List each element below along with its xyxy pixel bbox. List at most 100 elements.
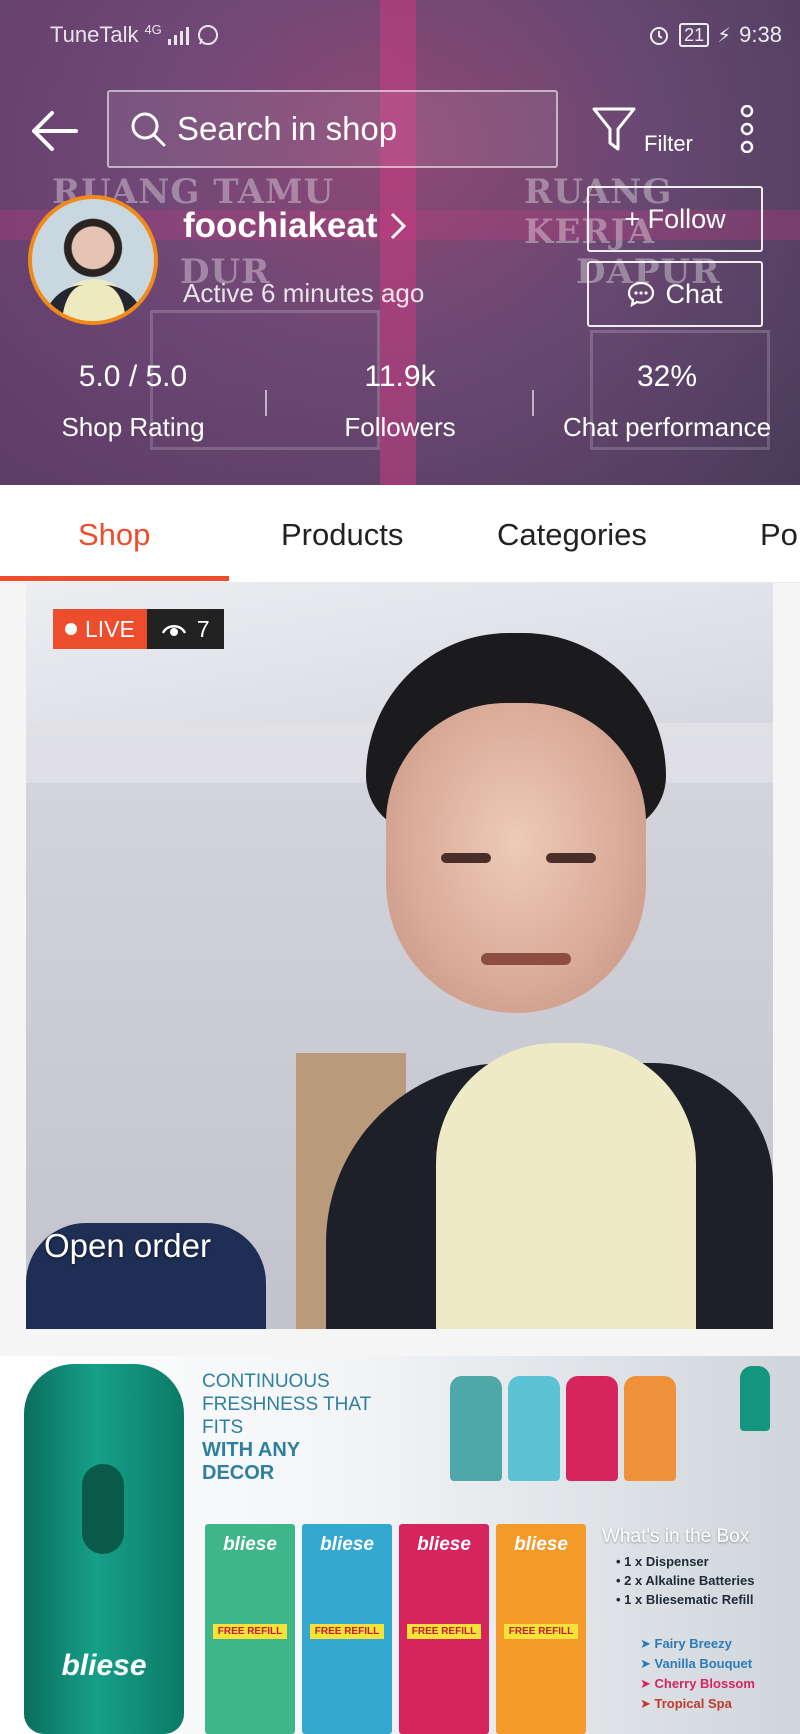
viewer-number: 7 (196, 615, 210, 642)
stat-value: 5.0 / 5.0 (78, 360, 188, 393)
chevron-right-icon (390, 212, 406, 240)
streamer-figure (386, 703, 646, 1013)
live-badge: LIVE 7 (53, 609, 224, 649)
shop-avatar[interactable] (28, 195, 158, 325)
more-vertical-icon (740, 104, 754, 154)
avatar-detail (44, 285, 144, 321)
streamer-figure (366, 633, 666, 1013)
stat-label: Chat performance (562, 412, 772, 442)
box-refill-label: FREE REFILL (310, 1624, 384, 1639)
scent-list: ➤ Fairy Breezy ➤ Vanilla Bouquet ➤ Cherr… (640, 1634, 755, 1714)
chat-label: Chat (665, 278, 723, 309)
live-indicator: LIVE (53, 609, 147, 649)
chat-button[interactable]: Chat (587, 261, 763, 327)
stat-shop-rating: 5.0 / 5.0 Shop Rating (0, 360, 266, 443)
alarm-icon (650, 27, 669, 45)
box-brand: bliese (417, 1534, 471, 1555)
stat-value: 32% (636, 360, 698, 393)
tagline-line: FITS (202, 1417, 244, 1438)
refill-can-image (450, 1376, 502, 1481)
whats-in-box-title: What's in the Box (602, 1526, 750, 1547)
product-dispenser-image: bliese (24, 1364, 184, 1734)
box-item: • 2 x Alkaline Batteries (616, 1573, 755, 1588)
box-item: • 1 x Bliesematic Refill (616, 1592, 754, 1607)
stat-chat-performance: 32% Chat performance (534, 360, 800, 443)
search-icon (131, 112, 166, 147)
shop-tabs: Shop Products Categories Po (0, 485, 800, 583)
follow-button[interactable]: + Follow (587, 186, 763, 252)
box-brand: bliese (223, 1534, 277, 1555)
promo-banner[interactable]: bliese CONTINUOUS FRESHNESS THAT FITS WI… (0, 1356, 800, 1734)
box-item-text: 1 x Bliesematic Refill (624, 1592, 754, 1607)
box-item-text: 2 x Alkaline Batteries (624, 1573, 755, 1588)
tab-categories[interactable]: Categories (497, 517, 647, 553)
product-box: bliese FREE REFILL (302, 1524, 392, 1734)
dispenser-small-image (740, 1366, 770, 1431)
scent-item: ➤ Fairy Breezy (640, 1636, 732, 1651)
promo-tagline: CONTINUOUS FRESHNESS THAT FITS WITH ANY … (202, 1370, 372, 1485)
whats-in-box: What's in the Box • 1 x Dispenser • 2 x … (602, 1526, 800, 1609)
refill-can-image (508, 1376, 560, 1481)
viewer-count: 7 (146, 609, 224, 649)
shop-name-link[interactable]: foochiakeat (183, 206, 408, 246)
eye-icon (161, 625, 186, 636)
refill-can-image (624, 1376, 676, 1481)
stat-followers: 11.9k Followers (267, 360, 533, 443)
more-options-button[interactable] (735, 104, 759, 154)
arrow-left-icon (32, 111, 78, 151)
charging-icon: ⚡ (717, 24, 732, 47)
box-refill-label: FREE REFILL (213, 1624, 287, 1639)
dispenser-window (82, 1464, 124, 1554)
scent-item: ➤ Vanilla Bouquet (640, 1656, 753, 1671)
streamer-figure (441, 853, 491, 863)
tab-posts[interactable]: Po (760, 517, 798, 553)
scent-name: Tropical Spa (654, 1696, 732, 1711)
back-button[interactable] (28, 105, 80, 157)
tagline-line: CONTINUOUS (202, 1371, 330, 1392)
product-box: bliese FREE REFILL (399, 1524, 489, 1734)
status-bar: TuneTalk 4G 21 ⚡ 9:38 (0, 14, 800, 54)
tab-shop[interactable]: Shop (78, 517, 150, 553)
streamer-figure (436, 1043, 696, 1329)
chat-bubble-icon (628, 281, 655, 307)
live-stream-card[interactable] (26, 583, 773, 1329)
streamer-figure (546, 853, 596, 863)
battery-indicator: 21 (679, 23, 710, 47)
clock: 9:38 (739, 22, 782, 47)
tab-products[interactable]: Products (281, 517, 403, 553)
box-refill-label: FREE REFILL (407, 1624, 481, 1639)
network-type: 4G (144, 22, 162, 37)
carrier-name: TuneTalk (50, 22, 139, 47)
box-item-text: 1 x Dispenser (624, 1554, 709, 1569)
box-brand: bliese (320, 1534, 374, 1555)
tagline-line: DECOR (202, 1462, 275, 1484)
scent-item: ➤ Tropical Spa (640, 1696, 732, 1711)
search-input[interactable]: Search in shop (107, 90, 558, 168)
refill-can-image (566, 1376, 618, 1481)
follow-label: + Follow (624, 203, 726, 234)
box-brand: bliese (514, 1534, 568, 1555)
scent-name: Fairy Breezy (654, 1636, 732, 1651)
scent-name: Vanilla Bouquet (654, 1656, 753, 1671)
filter-icon (592, 107, 636, 151)
filter-label: Filter (644, 131, 693, 156)
filter-button[interactable]: Filter (590, 105, 700, 165)
box-item: • 1 x Dispenser (616, 1554, 709, 1569)
tagline-line: WITH ANY (202, 1439, 301, 1461)
product-box: bliese FREE REFILL (496, 1524, 586, 1734)
live-dot-icon (65, 623, 77, 635)
active-status: Active 6 minutes ago (183, 278, 425, 308)
box-refill-label: FREE REFILL (504, 1624, 578, 1639)
search-placeholder: Search in shop (177, 110, 398, 147)
dispenser-brand: bliese (61, 1649, 147, 1682)
live-label: LIVE (85, 615, 135, 642)
signal-icon (167, 27, 189, 45)
scent-name: Cherry Blossom (654, 1676, 755, 1691)
stat-value: 11.9k (364, 360, 436, 393)
streamer-figure (481, 953, 571, 965)
scent-item: ➤ Cherry Blossom (640, 1676, 755, 1691)
shop-name: foochiakeat (183, 206, 378, 245)
stat-label: Shop Rating (61, 412, 205, 442)
shop-header: RUANG TAMU RUANG KERJA DUR DAPUR TuneTal… (0, 0, 800, 485)
live-caption: Open order (44, 1227, 211, 1264)
